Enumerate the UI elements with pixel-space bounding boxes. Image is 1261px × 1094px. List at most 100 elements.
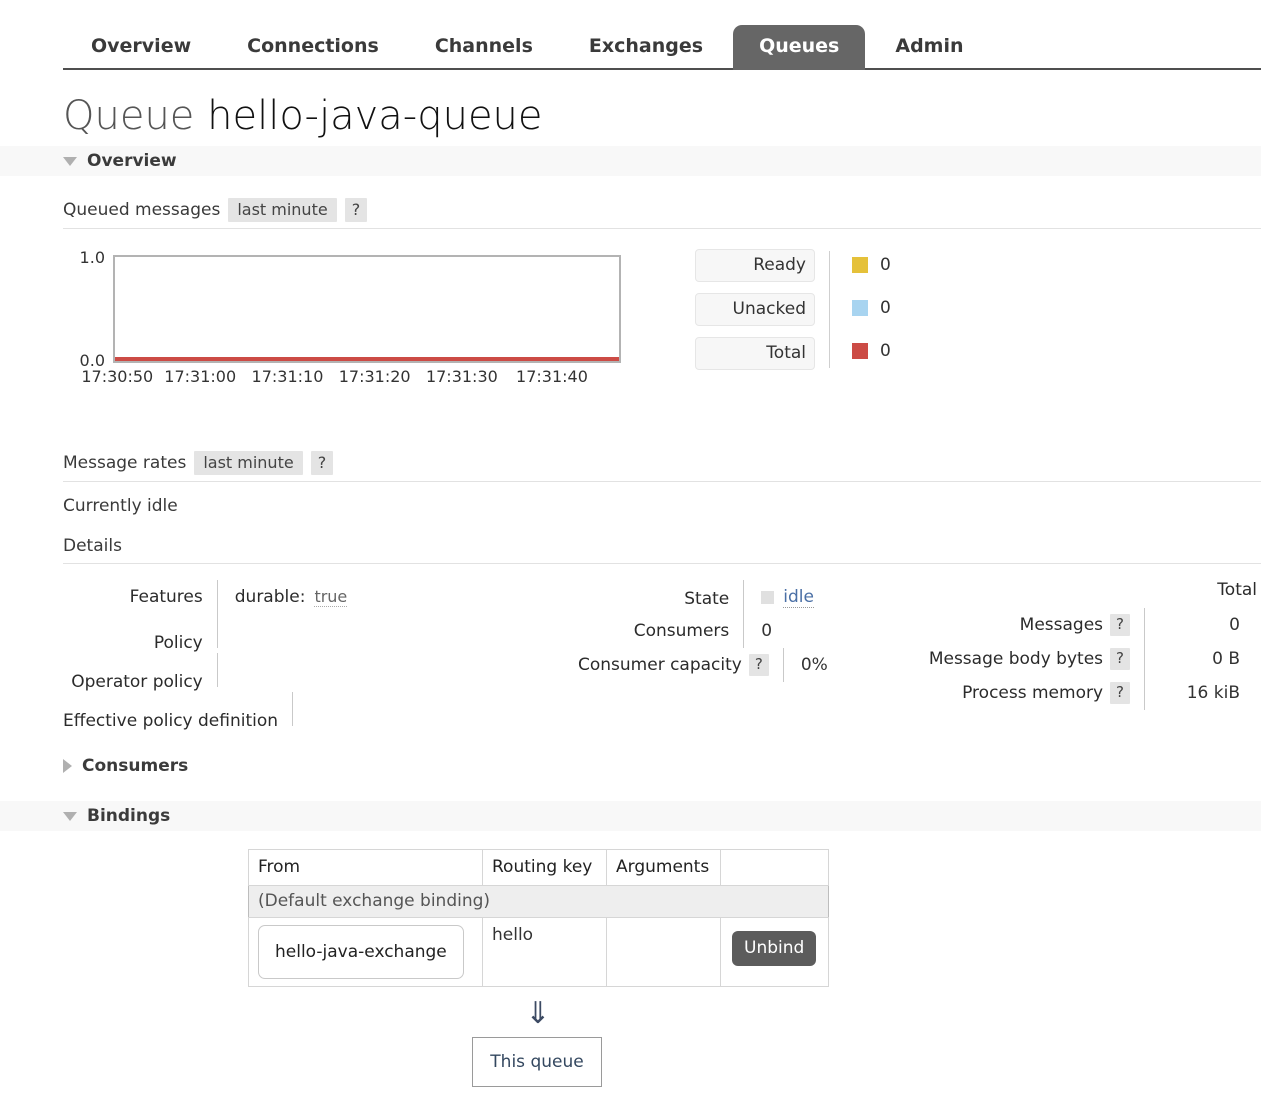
legend-button-ready[interactable]: Ready [695, 249, 815, 282]
details-value-consumers: 0 [743, 614, 838, 648]
details-total-header: Total [1217, 580, 1257, 600]
cell-actions: Unbind [720, 917, 829, 987]
details-row-features: Features durable: true [63, 580, 363, 614]
section-label-overview: Overview [87, 151, 177, 171]
details-row-consumers: Consumers 0 [578, 614, 838, 648]
message-body-bytes-help-icon[interactable]: ? [1110, 648, 1130, 670]
cell-routing-key: hello [482, 917, 607, 987]
details-header: Details [63, 522, 1261, 564]
details-value-state: idle [743, 580, 838, 614]
details-key-effective-policy-definition: Effective policy definition [63, 711, 279, 731]
details-key-policy: Policy [153, 633, 203, 653]
queued-messages-chart: 1.0 0.0 17:30:50 17:31:00 17:31:10 17:31… [63, 243, 663, 393]
chart-legend: Ready Unacked Total 0 0 0 [695, 249, 891, 370]
section-header-bindings[interactable]: Bindings [0, 801, 1261, 831]
tab-queues[interactable]: Queues [733, 25, 866, 70]
messages-help-icon[interactable]: ? [1110, 614, 1130, 636]
swatch-ready-icon [852, 257, 868, 273]
tab-connections[interactable]: Connections [221, 25, 405, 70]
column-header-actions [720, 849, 829, 886]
legend-count-ready: 0 [880, 255, 891, 275]
legend-count-unacked: 0 [880, 298, 891, 318]
legend-divider [829, 251, 830, 368]
details-row-messages: Messages ? 0 [904, 608, 1261, 642]
details-key-message-body-bytes-label: Message body bytes [928, 649, 1104, 669]
details-key-features: Features [129, 587, 203, 607]
y-axis-tick-top: 1.0 [79, 248, 105, 267]
queued-messages-help-icon[interactable]: ? [344, 198, 368, 222]
section-label-bindings: Bindings [87, 806, 171, 826]
details-key-operator-policy: Operator policy [71, 672, 203, 692]
details-row-effective-policy-definition: Effective policy definition [63, 692, 363, 731]
tab-channels[interactable]: Channels [409, 25, 559, 70]
exchange-link-hello-java-exchange[interactable]: hello-java-exchange [258, 925, 464, 979]
details-grid: Features durable: true Policy Operator p… [0, 580, 1261, 731]
details-row-process-memory: Process memory ? 16 kiB [904, 676, 1261, 710]
unbind-button[interactable]: Unbind [732, 931, 817, 966]
x-axis-tick: 17:31:30 [425, 367, 498, 386]
message-rates-header: Message rates last minute ? [63, 429, 1261, 482]
queued-messages-header: Queued messages last minute ? [63, 176, 1261, 229]
details-value-features: durable: true [216, 580, 363, 614]
state-swatch-icon [761, 590, 775, 604]
message-rates-period-selector[interactable]: last minute [194, 451, 303, 475]
x-axis-tick: 17:31:40 [516, 367, 588, 386]
details-key-consumer-capacity: Consumer capacity ? [578, 654, 783, 676]
x-axis-tick: 17:31:20 [338, 367, 411, 386]
details-value-policy [216, 614, 363, 648]
details-value-effective-policy-definition [292, 692, 363, 726]
queued-messages-chart-row: 1.0 0.0 17:30:50 17:31:00 17:31:10 17:31… [0, 243, 1261, 393]
queued-messages-period-selector[interactable]: last minute [228, 198, 337, 222]
details-row-consumer-capacity: Consumer capacity ? 0% [578, 648, 838, 682]
message-rates-label: Message rates [63, 453, 187, 473]
legend-count-total: 0 [880, 341, 891, 361]
bindings-table: From Routing key Arguments (Default exch… [248, 849, 829, 987]
x-axis-tick: 17:30:50 [81, 367, 154, 386]
message-rates-help-icon[interactable]: ? [310, 451, 334, 475]
page-title: Queue hello-java-queue [0, 70, 1261, 146]
queue-name: hello-java-queue [207, 93, 543, 139]
details-value-process-memory: 16 kiB [1144, 676, 1244, 710]
details-column-features: Features durable: true Policy Operator p… [63, 580, 363, 731]
column-header-arguments: Arguments [606, 849, 721, 886]
message-rates-status: Currently idle [63, 496, 178, 516]
down-arrow-icon: ⇓ [525, 996, 551, 1031]
legend-value-ready: 0 [852, 249, 891, 281]
bindings-area: From Routing key Arguments (Default exch… [0, 849, 1261, 1087]
column-header-routing-key: Routing key [482, 849, 607, 886]
legend-value-unacked: 0 [852, 292, 891, 324]
details-row-operator-policy: Operator policy [63, 653, 363, 692]
section-label-consumers: Consumers [82, 756, 189, 776]
tab-exchanges[interactable]: Exchanges [563, 25, 729, 70]
chart-plot-area [113, 255, 621, 363]
section-header-overview[interactable]: Overview [0, 146, 1261, 176]
this-queue-box: This queue [472, 1037, 602, 1087]
details-row-state: State idle [578, 580, 838, 614]
legend-value-total: 0 [852, 335, 891, 367]
cell-from: hello-java-exchange [248, 917, 483, 987]
details-key-process-memory-label: Process memory [962, 683, 1104, 703]
feature-durable-label: durable: [234, 587, 306, 607]
table-header-row: From Routing key Arguments [248, 849, 829, 886]
consumer-capacity-help-icon[interactable]: ? [748, 654, 769, 676]
queued-messages-label: Queued messages [63, 200, 221, 220]
tab-overview[interactable]: Overview [65, 25, 217, 70]
details-key-messages-label: Messages [1019, 615, 1104, 635]
caret-right-icon [63, 759, 72, 773]
details-key-message-body-bytes: Message body bytes ? [904, 648, 1144, 670]
tab-admin[interactable]: Admin [869, 25, 989, 70]
details-value-consumer-capacity: 0% [782, 648, 838, 682]
section-header-consumers[interactable]: Consumers [0, 751, 1261, 781]
legend-button-total[interactable]: Total [695, 337, 815, 370]
swatch-total-icon [852, 343, 868, 359]
swatch-unacked-icon [852, 300, 868, 316]
main-navigation: Overview Connections Channels Exchanges … [0, 0, 1261, 70]
status-badge: idle [783, 586, 814, 608]
details-row-message-body-bytes: Message body bytes ? 0 B [904, 642, 1261, 676]
details-key-process-memory: Process memory ? [904, 682, 1144, 704]
x-axis-tick: 17:31:00 [164, 367, 237, 386]
legend-button-unacked[interactable]: Unacked [695, 293, 815, 326]
process-memory-help-icon[interactable]: ? [1110, 682, 1130, 704]
table-row: hello-java-exchange hello Unbind [248, 917, 829, 987]
details-key-consumer-capacity-label: Consumer capacity [578, 655, 742, 675]
